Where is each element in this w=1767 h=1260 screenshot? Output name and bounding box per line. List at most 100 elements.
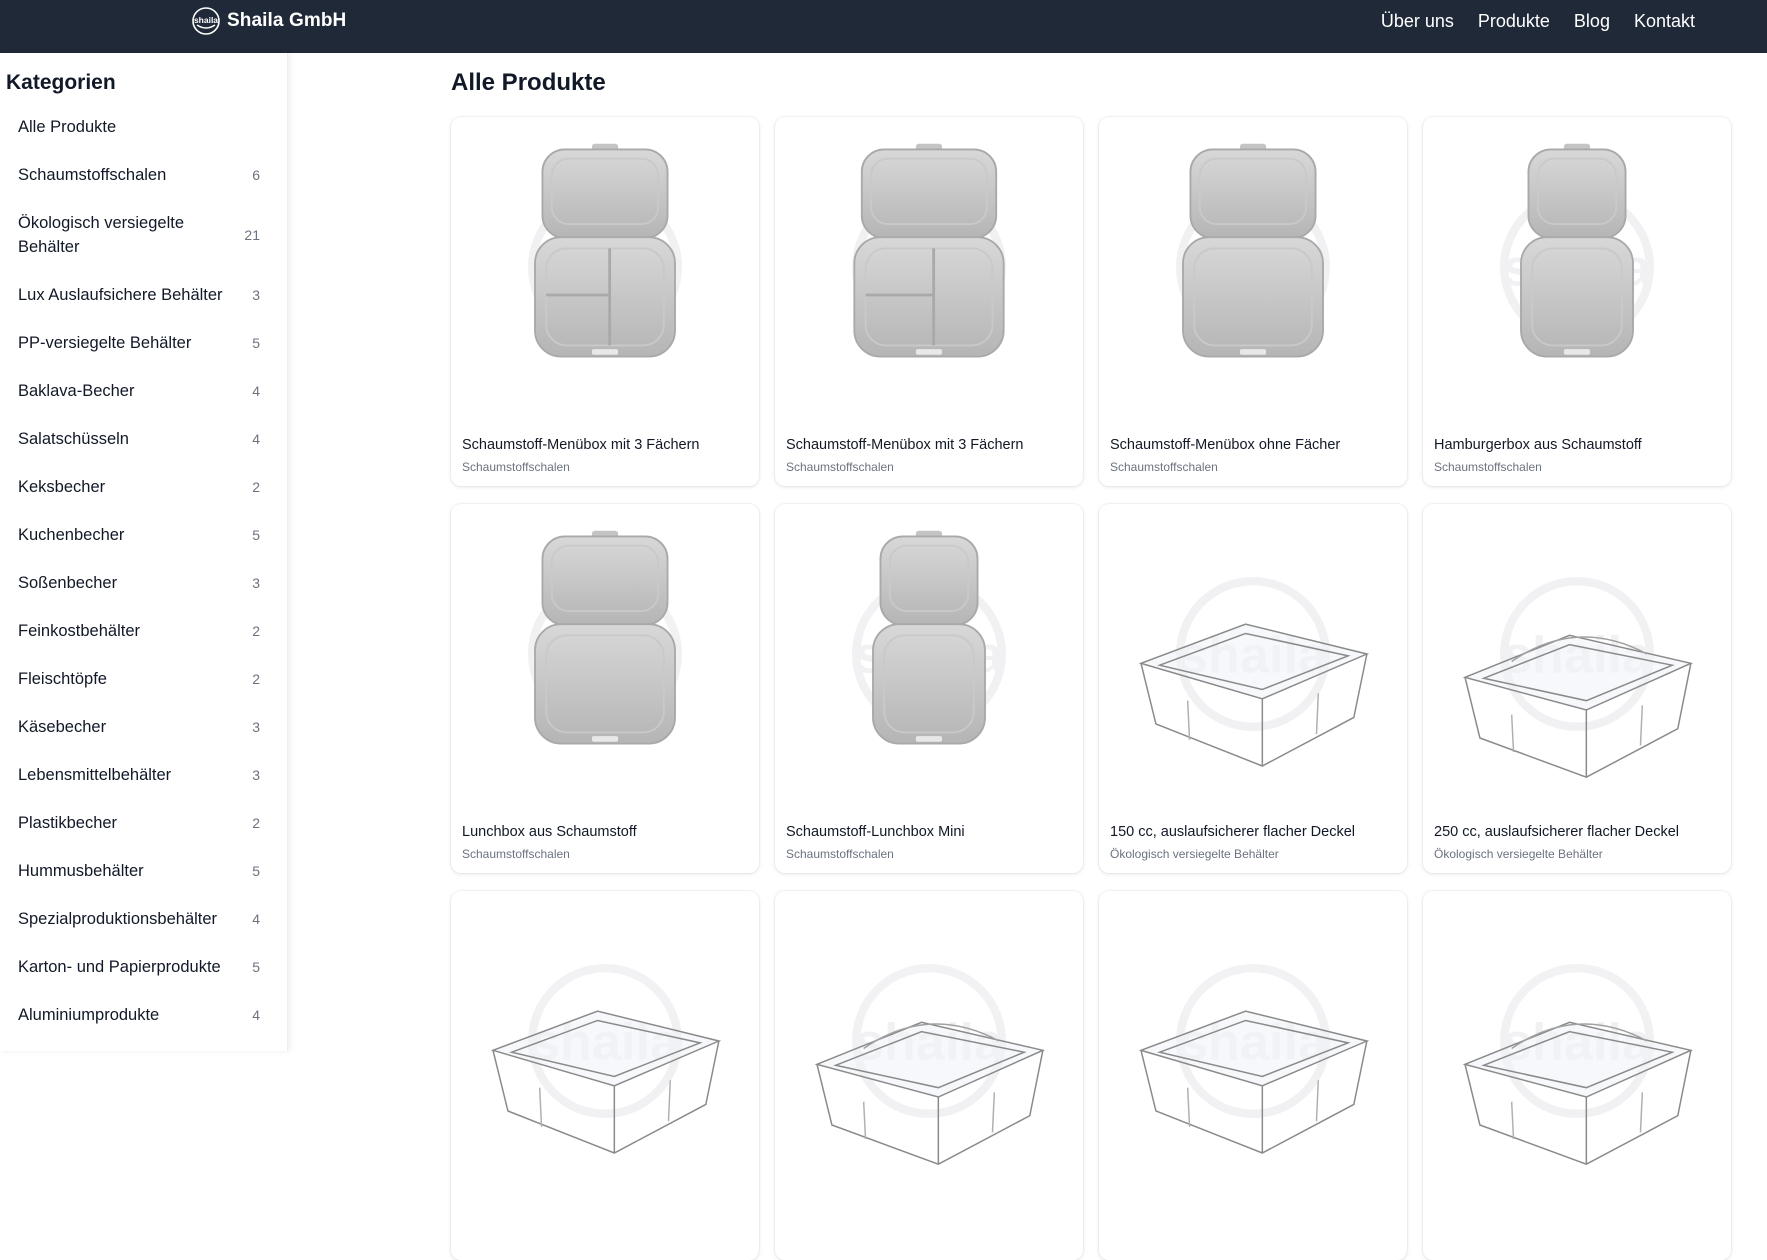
page-title: Alle Produkte	[451, 69, 606, 96]
category-count: 3	[252, 719, 260, 735]
sidebar-category-item[interactable]: Spezialproduktionsbehälter 4	[0, 895, 288, 943]
main-nav: Über uns Produkte Blog Kontakt	[1381, 0, 1695, 42]
product-card[interactable]: shaila Schaumstoff-Lunchbox Mini Schaumsto…	[775, 504, 1083, 873]
category-name: Alle Produkte	[18, 118, 117, 136]
product-image[interactable]: shaila	[451, 891, 759, 1191]
product-image[interactable]: shaila	[775, 504, 1083, 804]
clear-container-illustration: shaila	[490, 964, 722, 1154]
category-count: 4	[252, 383, 260, 399]
product-image[interactable]: shaila	[1099, 117, 1407, 417]
clear-container-dome-illustration: shaila	[1462, 964, 1694, 1166]
product-card[interactable]: shaila	[1099, 891, 1407, 1260]
sidebar-category-item[interactable]: Käsebecher 3	[0, 703, 288, 751]
foam-box-no-compartments-illustration: shaila	[1176, 143, 1330, 358]
category-name: Feinkostbehälter	[18, 622, 140, 640]
product-image[interactable]: shaila	[1423, 117, 1731, 417]
sidebar-category-item[interactable]: Feinkostbehälter 2	[0, 607, 288, 655]
product-category: Ökologisch versiegelte Behälter	[1110, 847, 1279, 861]
product-category: Schaumstoffschalen	[786, 847, 894, 861]
product-title[interactable]: Lunchbox aus Schaumstoff	[462, 824, 637, 840]
nav-link-blog[interactable]: Blog	[1574, 11, 1610, 32]
sidebar-category-item[interactable]: Lux Auslaufsichere Behälter 3	[0, 271, 288, 319]
sidebar-category-item[interactable]: PP-versiegelte Behälter 5	[0, 319, 288, 367]
brand-logo-text: shaila	[194, 15, 218, 25]
sidebar-category-item[interactable]: Hummusbehälter 5	[0, 847, 288, 895]
category-count: 2	[252, 671, 260, 687]
sidebar-category-item[interactable]: Fleischtöpfe 2	[0, 655, 288, 703]
sidebar-category-item[interactable]: Aluminiumprodukte 4	[0, 991, 288, 1039]
category-name: Plastikbecher	[18, 814, 118, 832]
sidebar-category-item[interactable]: Karton- und Papierprodukte 5	[0, 943, 288, 991]
category-name: Schaumstoffschalen	[18, 166, 167, 184]
product-image[interactable]: shaila	[775, 117, 1083, 417]
product-category: Schaumstoffschalen	[462, 460, 570, 474]
category-count: 3	[252, 575, 260, 591]
product-image[interactable]: shaila	[1423, 891, 1731, 1191]
product-card[interactable]: shaila Schaumstoff-Menübox ohne Fächer Sch…	[1099, 117, 1407, 486]
category-name: Keksbecher	[18, 478, 106, 496]
sidebar-category-item[interactable]: Ökologisch versiegelte Behälter 21	[0, 199, 288, 271]
nav-link-ueber-uns[interactable]: Über uns	[1381, 11, 1454, 32]
sidebar-category-item[interactable]: Baklava-Becher 4	[0, 367, 288, 415]
product-image[interactable]: shaila	[451, 117, 759, 417]
sidebar-category-item[interactable]: Lebensmittelbehälter 3	[0, 751, 288, 799]
product-card[interactable]: shaila 250 cc, auslaufsicherer flacher De…	[1423, 504, 1731, 873]
category-name: Käsebecher	[18, 718, 107, 736]
product-image[interactable]: shaila	[1099, 504, 1407, 804]
top-navbar: shaila Shaila GmbH Über uns Produkte Blo…	[0, 0, 1767, 53]
product-image[interactable]: shaila	[1423, 504, 1731, 804]
product-title[interactable]: Hamburgerbox aus Schaumstoff	[1434, 437, 1642, 453]
sidebar-category-item[interactable]: Soßenbecher 3	[0, 559, 288, 607]
category-name: Spezialproduktionsbehälter	[18, 910, 218, 928]
nav-link-kontakt[interactable]: Kontakt	[1634, 11, 1695, 32]
product-image[interactable]: shaila	[451, 504, 759, 804]
product-grid: shaila Schaumstoff-Menübox mit 3 Fächern S…	[451, 117, 1732, 1260]
product-card[interactable]: shaila 150 cc, auslaufsicherer flacher De…	[1099, 504, 1407, 873]
category-count: 6	[252, 167, 260, 183]
product-title[interactable]: Schaumstoff-Lunchbox Mini	[786, 824, 965, 840]
sidebar-category-item[interactable]: Keksbecher 2	[0, 463, 288, 511]
product-card[interactable]: shaila	[451, 891, 759, 1260]
category-sidebar: Kategorien Alle Produkte Schaumstoffschal…	[0, 53, 288, 1051]
product-card[interactable]: shaila Schaumstoff-Menübox mit 3 Fächern S…	[451, 117, 759, 486]
sidebar-category-item[interactable]: Salatschüsseln 4	[0, 415, 288, 463]
product-title[interactable]: Schaumstoff-Menübox mit 3 Fächern	[462, 437, 699, 453]
category-count: 5	[252, 527, 260, 543]
product-title[interactable]: 250 cc, auslaufsicherer flacher Deckel	[1434, 824, 1679, 840]
product-card[interactable]: shaila Lunchbox aus Schaumstoff Schaumstof…	[451, 504, 759, 873]
nav-link-produkte[interactable]: Produkte	[1478, 11, 1550, 32]
category-count: 3	[252, 767, 260, 783]
category-count: 4	[252, 1007, 260, 1023]
product-image[interactable]: shaila	[775, 891, 1083, 1191]
category-count: 21	[244, 227, 260, 243]
category-name: Aluminiumprodukte	[18, 1006, 160, 1024]
category-name: Kuchenbecher	[18, 526, 125, 544]
sidebar-category-item[interactable]: Plastikbecher 2	[0, 799, 288, 847]
product-card[interactable]: shaila Hamburgerbox aus Schaumstoff Schaum…	[1423, 117, 1731, 486]
sidebar-category-item[interactable]: Schaumstoffschalen 6	[0, 151, 288, 199]
foam-lunch-box-mini-illustration: shaila	[852, 530, 1006, 745]
category-count: 5	[252, 863, 260, 879]
category-count: 5	[252, 959, 260, 975]
category-name: Salatschüsseln	[18, 430, 129, 448]
category-name: Baklava-Becher	[18, 382, 135, 400]
brand-name[interactable]: Shaila GmbH	[227, 10, 346, 32]
product-title[interactable]: Schaumstoff-Menübox mit 3 Fächern	[786, 437, 1023, 453]
foam-lunch-box-illustration: shaila	[528, 530, 682, 745]
sidebar-category-item[interactable]: Alle Produkte	[0, 103, 288, 151]
product-image[interactable]: shaila	[1099, 891, 1407, 1191]
product-card[interactable]: shaila	[1423, 891, 1731, 1260]
product-category: Schaumstoffschalen	[1110, 460, 1218, 474]
category-name: Soßenbecher	[18, 574, 118, 592]
foam-box-3-compartments-illustration: shaila	[528, 143, 682, 358]
product-title[interactable]: Schaumstoff-Menübox ohne Fächer	[1110, 437, 1340, 453]
category-count: 2	[252, 623, 260, 639]
category-count: 4	[252, 431, 260, 447]
product-title[interactable]: 150 cc, auslaufsicherer flacher Deckel	[1110, 824, 1355, 840]
product-card[interactable]: shaila Schaumstoff-Menübox mit 3 Fächern S…	[775, 117, 1083, 486]
sidebar-category-item[interactable]: Kuchenbecher 5	[0, 511, 288, 559]
brand[interactable]: shaila Shaila GmbH	[191, 6, 346, 36]
product-card[interactable]: shaila	[775, 891, 1083, 1260]
clear-container-flat-lid-illustration: shaila	[1138, 577, 1370, 767]
sidebar-title: Kategorien	[6, 71, 116, 94]
